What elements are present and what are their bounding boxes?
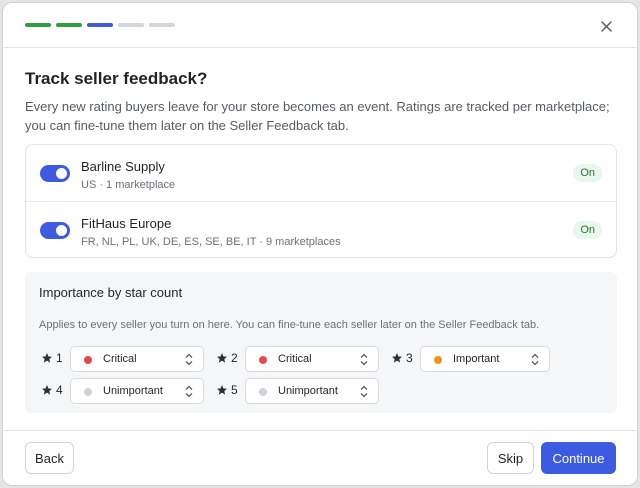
- star-count: 4: [56, 383, 63, 397]
- importance-title: Importance by star count: [39, 285, 183, 300]
- continue-button[interactable]: Continue: [541, 442, 616, 474]
- close-icon: [600, 20, 612, 32]
- importance-value: Important: [453, 353, 500, 365]
- seller-name: Barline Supply: [81, 159, 165, 174]
- importance-dot: [259, 356, 267, 364]
- header-divider: [3, 47, 637, 48]
- star-icon: [41, 352, 53, 364]
- star-count: 5: [231, 383, 238, 397]
- seller-name: FitHaus Europe: [81, 216, 172, 231]
- importance-select[interactable]: Critical: [245, 346, 379, 372]
- modal-title: Track seller feedback?: [25, 69, 208, 88]
- star-count: 1: [56, 351, 63, 365]
- chevron-up-down-icon: [185, 385, 193, 398]
- star-icon: [216, 384, 228, 396]
- skip-button[interactable]: Skip: [487, 442, 534, 474]
- setup-modal: Track seller feedback? Every new rating …: [2, 2, 638, 486]
- status-badge: On: [573, 164, 602, 182]
- importance-description: Applies to every seller you turn on here…: [39, 319, 540, 331]
- progress-step-2: [56, 23, 82, 27]
- progress-step-4: [118, 23, 144, 27]
- chevron-up-down-icon: [360, 353, 368, 366]
- status-badge: On: [573, 221, 602, 239]
- modal-description: Every new rating buyers leave for your s…: [25, 99, 610, 133]
- progress-step-1: [25, 23, 51, 27]
- progress-step-3: [87, 23, 113, 27]
- star-icon: [391, 352, 403, 364]
- progress-step-5: [149, 23, 175, 27]
- importance-value: Critical: [278, 353, 312, 365]
- seller-marketplaces: US · 1 marketplace: [81, 179, 176, 191]
- star-count: 2: [231, 351, 238, 365]
- back-button[interactable]: Back: [25, 442, 74, 474]
- star-icon: [41, 384, 53, 396]
- close-button[interactable]: [595, 15, 617, 37]
- importance-select[interactable]: Important: [420, 346, 550, 372]
- importance-select[interactable]: Critical: [70, 346, 204, 372]
- seller-row: FitHaus Europe FR, NL, PL, UK, DE, ES, S…: [26, 201, 616, 257]
- importance-dot: [434, 356, 442, 364]
- importance-dot: [84, 388, 92, 396]
- importance-panel: Importance by star count Applies to ever…: [25, 272, 617, 413]
- star-icon: [216, 352, 228, 364]
- importance-value: Unimportant: [103, 385, 163, 397]
- chevron-up-down-icon: [531, 353, 539, 366]
- chevron-up-down-icon: [185, 353, 193, 366]
- wizard-progress: [25, 23, 175, 27]
- seller-marketplaces: FR, NL, PL, UK, DE, ES, SE, BE, IT · 9 m…: [81, 236, 341, 248]
- importance-select[interactable]: Unimportant: [70, 378, 204, 404]
- importance-select[interactable]: Unimportant: [245, 378, 379, 404]
- seller-toggle[interactable]: [40, 165, 70, 182]
- footer-divider: [3, 430, 637, 431]
- importance-value: Unimportant: [278, 385, 338, 397]
- importance-dot: [84, 356, 92, 364]
- seller-row: Barline Supply US · 1 marketplace On: [26, 145, 616, 201]
- star-count: 3: [406, 351, 413, 365]
- seller-list: Barline Supply US · 1 marketplace On Fit…: [25, 144, 617, 258]
- importance-value: Critical: [103, 353, 137, 365]
- importance-dot: [259, 388, 267, 396]
- seller-toggle[interactable]: [40, 222, 70, 239]
- chevron-up-down-icon: [360, 385, 368, 398]
